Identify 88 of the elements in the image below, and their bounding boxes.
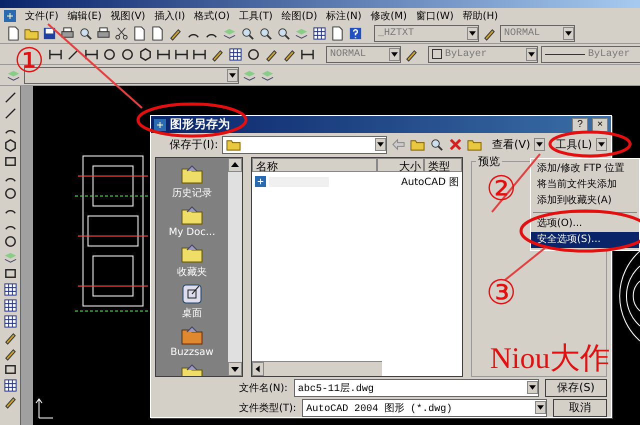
grid-icon[interactable]: [228, 46, 243, 62]
dialog-title: 图形另存为: [170, 116, 231, 133]
place-label[interactable]: My Doc...: [168, 226, 216, 238]
menu-item[interactable]: 帮助(H): [462, 8, 498, 22]
line-icon[interactable]: [2, 90, 18, 105]
save-in-label: 保存于(I):: [168, 137, 218, 152]
pen-icon[interactable]: [2, 394, 18, 409]
grid-icon[interactable]: [312, 26, 327, 40]
place-label[interactable]: 历史记录: [172, 186, 212, 200]
scissors-icon[interactable]: [114, 26, 129, 40]
printer-icon[interactable]: [60, 26, 75, 40]
file-type-cell-text: AutoCAD 图: [401, 176, 459, 189]
horizontal-scrollbar[interactable]: [252, 360, 382, 376]
scroll-up-icon[interactable]: [228, 158, 242, 172]
circle-icon[interactable]: [2, 186, 18, 201]
rect-icon[interactable]: [2, 266, 18, 281]
save-in-dropdown[interactable]: [222, 136, 388, 154]
cancel-button[interactable]: 取消: [553, 398, 607, 417]
menu-item[interactable]: 文件(F): [25, 8, 59, 22]
tools-menu[interactable]: 工具(L): [555, 137, 592, 152]
magnifier-icon[interactable]: [78, 26, 93, 40]
desktop-icon[interactable]: [180, 282, 204, 306]
menu-item[interactable]: 格式(O): [194, 8, 230, 22]
column-header[interactable]: 名称: [252, 158, 377, 172]
circle-icon[interactable]: [246, 46, 261, 62]
place-label[interactable]: 收藏夹: [177, 264, 207, 279]
menu-item[interactable]: 工具(T): [238, 8, 273, 22]
magnifier-icon[interactable]: [429, 137, 444, 152]
grid-icon[interactable]: [2, 282, 18, 297]
views-menu[interactable]: 查看(V): [492, 137, 530, 152]
close-button[interactable]: ×: [592, 118, 608, 132]
menu-item[interactable]: 修改(M): [370, 8, 407, 22]
rect-icon[interactable]: [2, 362, 18, 377]
file-type-dropdown[interactable]: AutoCAD 2004 图形 (*.dwg): [302, 398, 548, 417]
line-icon[interactable]: [2, 106, 18, 121]
step-number-marker: ③: [486, 276, 516, 310]
menu-item[interactable]: 选项(O)...: [531, 216, 639, 232]
menu-item[interactable]: 窗口(W): [416, 8, 454, 22]
menu-item[interactable]: 编辑(E): [68, 8, 102, 22]
menu-item[interactable]: 安全选项(S)...: [531, 232, 639, 248]
grid-icon[interactable]: [2, 298, 18, 313]
menu-item[interactable]: 添加到收藏夹(A): [531, 193, 639, 209]
circle-icon[interactable]: [120, 46, 135, 62]
layers-icon[interactable]: [2, 250, 18, 265]
page-icon[interactable]: [6, 26, 21, 40]
file-name-field[interactable]: abc5-11层.dwg: [294, 378, 539, 397]
polygon-icon[interactable]: [138, 46, 153, 62]
menu-item[interactable]: 标注(N): [326, 8, 362, 22]
scroll-left-icon[interactable]: [252, 362, 264, 376]
page-icon[interactable]: [132, 26, 147, 40]
dwg-file-icon: [255, 176, 266, 188]
menu-item[interactable]: 将当前文件夹添加: [531, 177, 639, 193]
step-number-marker: ②: [486, 172, 516, 206]
pen-icon[interactable]: [2, 346, 18, 361]
magnifier-icon[interactable]: [258, 26, 273, 40]
page-icon[interactable]: [150, 26, 165, 40]
printer-icon[interactable]: [96, 26, 111, 40]
column-header[interactable]: 大小: [377, 158, 424, 172]
magnifier-icon[interactable]: [240, 26, 255, 40]
preview-label: 预览: [476, 154, 502, 169]
file-type-label: 文件类型(T):: [239, 402, 296, 415]
grid-icon[interactable]: [2, 314, 18, 329]
place-label[interactable]: 桌面: [182, 306, 202, 320]
ucs-axis-icon: [35, 396, 55, 420]
save-button[interactable]: 保存(S): [544, 378, 607, 397]
help-button[interactable]: ?: [572, 118, 588, 132]
app-icon: [4, 10, 16, 22]
vertical-scrollbar[interactable]: [228, 158, 242, 376]
delete-icon[interactable]: [448, 137, 464, 152]
circle-icon[interactable]: [2, 234, 18, 249]
polygon-icon[interactable]: [2, 138, 18, 153]
column-header[interactable]: 类型: [424, 158, 462, 172]
help-icon[interactable]: [348, 26, 363, 40]
file-name-label: 文件名(N):: [239, 382, 288, 395]
menu-item[interactable]: 视图(V): [110, 8, 146, 22]
pen-icon[interactable]: [2, 330, 18, 345]
rect-icon[interactable]: [2, 154, 18, 169]
menu-item[interactable]: 插入(I): [154, 8, 186, 22]
menu-item[interactable]: 添加/修改 FTP 位置: [531, 161, 639, 177]
scroll-down-icon[interactable]: [228, 362, 242, 376]
menu-item[interactable]: 绘图(D): [282, 8, 318, 22]
circle-icon[interactable]: [102, 46, 117, 62]
app-icon: [154, 118, 166, 130]
magnifier-icon[interactable]: [276, 26, 291, 40]
grid-icon[interactable]: [2, 378, 18, 393]
author-signature: Niou大作: [490, 341, 610, 377]
page-icon[interactable]: [330, 26, 345, 40]
place-label[interactable]: Buzzsaw: [170, 346, 214, 358]
